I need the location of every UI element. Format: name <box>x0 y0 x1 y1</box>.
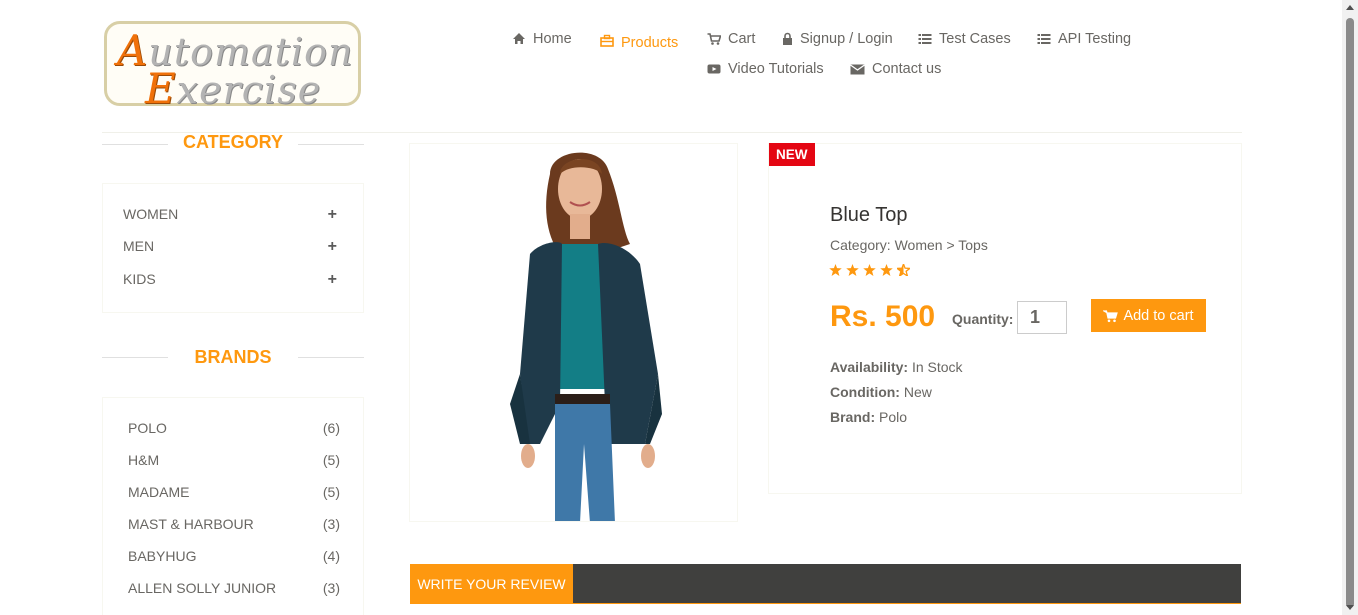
cart-icon <box>707 33 721 45</box>
nav-api-testing-label: API Testing <box>1058 31 1132 47</box>
brand-count: (3) <box>322 580 340 596</box>
brand-item-allen-solly-junior[interactable]: ALLEN SOLLY JUNIOR (3) <box>128 580 340 596</box>
product-photo-illustration <box>510 152 662 521</box>
category-men[interactable]: MEN + <box>123 238 343 256</box>
brand-count: (5) <box>322 452 340 468</box>
quantity-input[interactable] <box>1017 301 1067 334</box>
availability-label: Availability: <box>830 359 909 375</box>
logo-cap-e: E <box>145 64 177 113</box>
new-badge: NEW <box>769 143 815 166</box>
brand: Brand: Polo <box>830 409 907 425</box>
nav-signup-login[interactable]: Signup / Login <box>782 31 893 47</box>
brand-count: (6) <box>322 420 340 436</box>
brand-count: (5) <box>322 484 340 500</box>
category-men-label: MEN <box>123 238 155 254</box>
brand-value: Polo <box>875 409 908 425</box>
brand-name: MADAME <box>128 484 190 500</box>
availability-value: In Stock <box>908 359 963 375</box>
youtube-play-icon <box>707 64 721 74</box>
star-icon <box>846 264 859 276</box>
brands-panel: POLO (6) H&M (5) MADAME (5) MAST & HARBO… <box>102 397 364 615</box>
plus-icon[interactable]: + <box>328 206 337 224</box>
quantity-label: Quantity: <box>952 311 1014 327</box>
brand-count: (3) <box>322 516 340 532</box>
category-kids[interactable]: KIDS + <box>123 271 343 289</box>
review-tab-underline <box>410 603 1241 604</box>
brand-item-polo[interactable]: POLO (6) <box>128 420 340 436</box>
brand-count: (4) <box>322 548 340 564</box>
nav-products[interactable]: Products <box>600 31 678 51</box>
plus-icon[interactable]: + <box>328 238 337 256</box>
list-icon <box>1037 34 1051 44</box>
scroll-up-arrow-icon[interactable] <box>1346 5 1354 10</box>
add-to-cart-button[interactable]: Add to cart <box>1091 299 1206 332</box>
nav-products-label: Products <box>621 35 679 51</box>
scroll-down-arrow-icon[interactable] <box>1346 605 1354 610</box>
condition-label: Condition: <box>830 384 900 400</box>
star-icon <box>880 264 893 276</box>
condition-value: New <box>899 384 932 400</box>
brand-name: ALLEN SOLLY JUNIOR <box>128 580 277 596</box>
star-half-icon <box>897 264 910 276</box>
brand-item-babyhug[interactable]: BABYHUG (4) <box>128 548 340 564</box>
brands-heading: BRANDS <box>194 347 272 367</box>
scrollbar-thumb[interactable] <box>1346 18 1354 608</box>
products-icon <box>600 34 614 47</box>
brand-item-mast-harbour[interactable]: MAST & HARBOUR (3) <box>128 516 340 532</box>
nav-test-cases[interactable]: Test Cases <box>918 31 1011 47</box>
brand-name: MAST & HARBOUR <box>128 516 254 532</box>
logo-cap-a: A <box>117 26 149 75</box>
category-women[interactable]: WOMEN + <box>123 206 343 224</box>
nav-cart[interactable]: Cart <box>707 31 755 47</box>
product-category: Category: Women > Tops <box>830 237 988 253</box>
nav-home-label: Home <box>533 31 572 47</box>
envelope-icon <box>850 64 865 75</box>
brand-label: Brand: <box>830 409 876 425</box>
star-icon <box>863 264 876 276</box>
nav-cart-label: Cart <box>728 31 756 47</box>
brand-item-hm[interactable]: H&M (5) <box>128 452 340 468</box>
product-price: Rs. 500 <box>830 300 936 333</box>
lock-icon <box>783 32 792 45</box>
category-women-label: WOMEN <box>123 206 179 222</box>
product-name: Blue Top <box>830 204 908 226</box>
category-kids-label: KIDS <box>123 271 156 287</box>
rating-stars <box>829 264 910 276</box>
vertical-scrollbar[interactable] <box>1342 0 1358 615</box>
logo-line-2: Exercise <box>145 68 321 110</box>
category-panel: WOMEN + MEN + KIDS + <box>102 183 364 313</box>
nav-api-testing[interactable]: API Testing <box>1037 31 1131 47</box>
home-icon <box>513 33 525 44</box>
list-icon <box>918 34 932 44</box>
category-heading: CATEGORY <box>182 132 283 152</box>
add-to-cart-label: Add to cart <box>1123 307 1194 324</box>
star-icon <box>829 264 842 276</box>
logo-rest-2: xercise <box>176 68 322 112</box>
plus-icon[interactable]: + <box>328 271 337 289</box>
condition: Condition: New <box>830 384 932 400</box>
nav-test-cases-label: Test Cases <box>939 31 1011 47</box>
brand-item-madame[interactable]: MADAME (5) <box>128 484 340 500</box>
write-review-tab[interactable]: WRITE YOUR REVIEW <box>410 564 573 603</box>
site-logo[interactable]: Automation Exercise <box>104 21 361 110</box>
nav-contact-us[interactable]: Contact us <box>850 61 941 77</box>
cart-icon <box>1103 309 1119 322</box>
nav-signup-login-label: Signup / Login <box>800 31 893 47</box>
availability: Availability: In Stock <box>830 359 963 375</box>
nav-contact-us-label: Contact us <box>872 61 942 77</box>
nav-home[interactable]: Home <box>512 31 572 47</box>
nav-video-tutorials[interactable]: Video Tutorials <box>707 61 824 77</box>
nav-video-tutorials-label: Video Tutorials <box>728 61 824 77</box>
brand-name: H&M <box>128 452 160 468</box>
product-image <box>409 143 738 522</box>
brand-name: POLO <box>128 420 167 436</box>
brand-name: BABYHUG <box>128 548 197 564</box>
page: Automation Exercise Home Products Cart S… <box>0 0 1342 615</box>
